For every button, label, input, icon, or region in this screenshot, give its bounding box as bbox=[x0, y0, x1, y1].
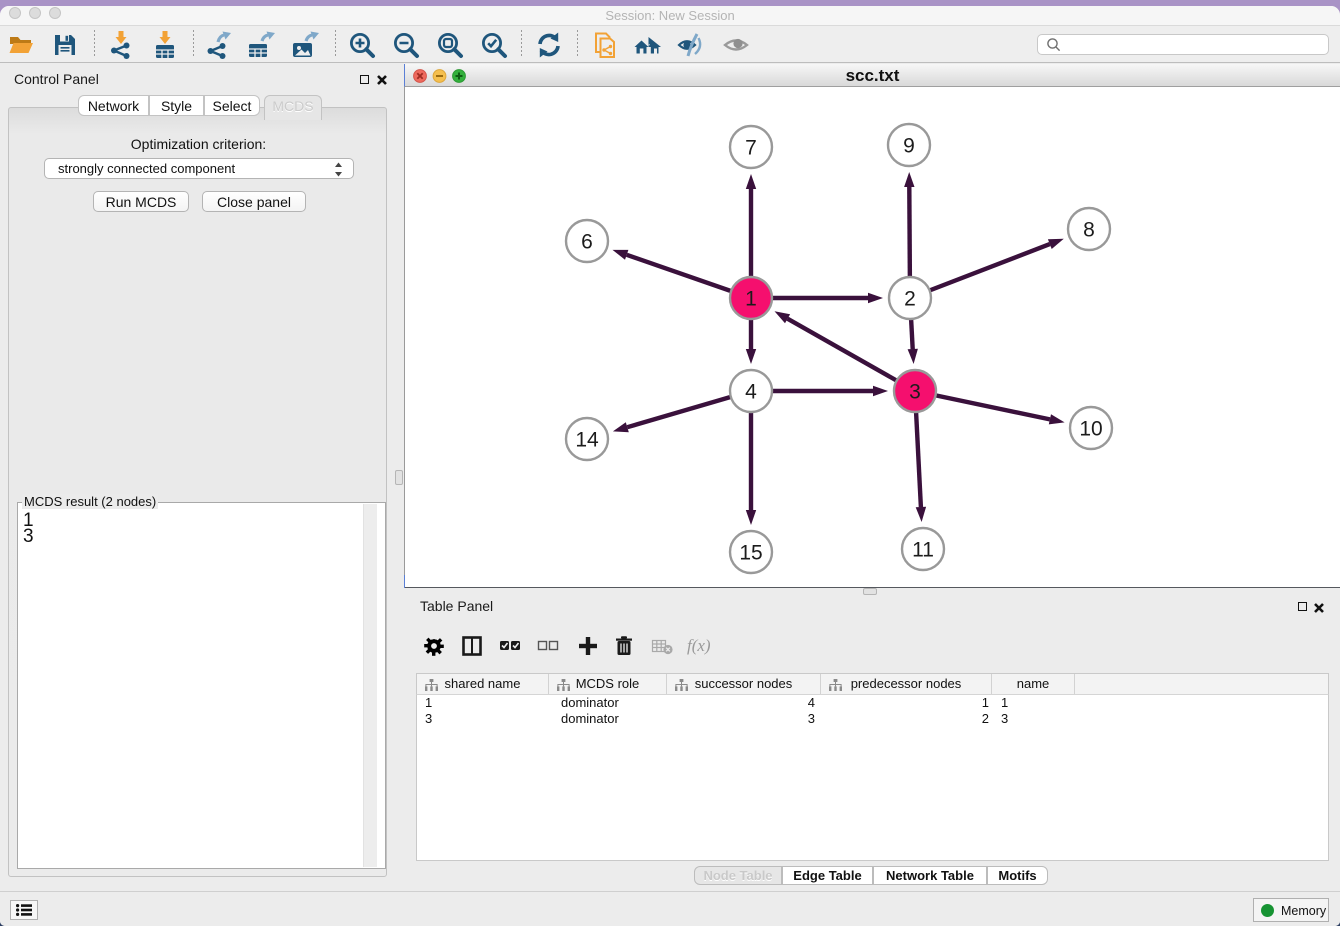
svg-text:10: 10 bbox=[1079, 418, 1102, 441]
svg-text:3: 3 bbox=[909, 381, 921, 404]
svg-text:11: 11 bbox=[912, 539, 934, 562]
svg-text:8: 8 bbox=[1083, 219, 1095, 242]
svg-text:1: 1 bbox=[745, 288, 757, 311]
svg-text:6: 6 bbox=[581, 231, 593, 254]
svg-text:4: 4 bbox=[745, 381, 757, 404]
svg-text:15: 15 bbox=[739, 542, 762, 565]
svg-text:7: 7 bbox=[745, 137, 757, 160]
svg-text:2: 2 bbox=[904, 288, 916, 311]
svg-text:14: 14 bbox=[575, 429, 599, 452]
svg-text:9: 9 bbox=[903, 135, 915, 158]
